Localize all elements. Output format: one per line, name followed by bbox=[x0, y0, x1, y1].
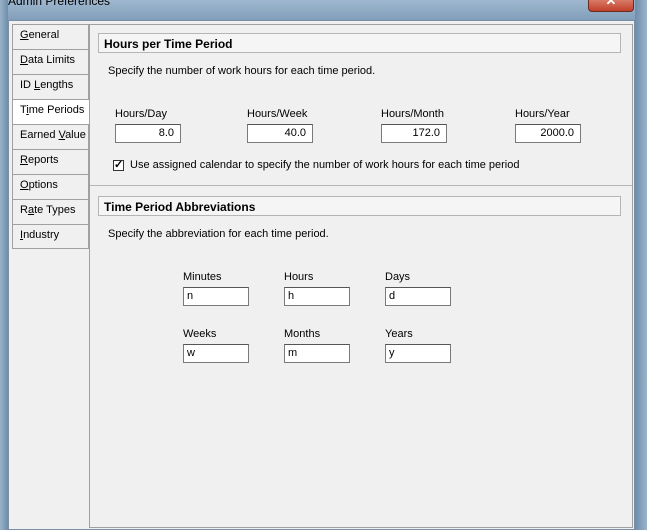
hours-section-title: Hours per Time Period bbox=[98, 33, 621, 53]
months-input[interactable]: m bbox=[284, 344, 350, 363]
hours-month-label: Hours/Month bbox=[381, 108, 444, 120]
sidebar-item-earned-value[interactable]: Earned Value bbox=[12, 124, 89, 149]
hours-day-label: Hours/Day bbox=[115, 108, 167, 120]
hours-month-input[interactable]: 172.0 bbox=[381, 124, 447, 143]
section-divider bbox=[90, 185, 632, 186]
window-title: Admin Preferences bbox=[8, 0, 111, 8]
check-icon: ✓ bbox=[114, 159, 124, 171]
window-right-frame bbox=[635, 0, 647, 530]
close-icon: ✕ bbox=[605, 0, 617, 8]
sidebar-item-rate-types[interactable]: Rate Types bbox=[12, 199, 89, 224]
sidebar-item-data-limits[interactable]: Data Limits bbox=[12, 49, 89, 74]
hours-year-input[interactable]: 2000.0 bbox=[515, 124, 581, 143]
sidebar-item-reports[interactable]: Reports bbox=[12, 149, 89, 174]
months-label: Months bbox=[284, 328, 321, 340]
days-input[interactable]: d bbox=[385, 287, 451, 306]
close-button[interactable]: ✕ bbox=[588, 0, 634, 12]
hours-abbrev-label: Hours bbox=[284, 271, 314, 283]
hours-abbrev-input[interactable]: h bbox=[284, 287, 350, 306]
weeks-label: Weeks bbox=[183, 328, 217, 340]
sidebar-item-time-periods[interactable]: Time Periods bbox=[12, 99, 90, 124]
minutes-label: Minutes bbox=[183, 271, 222, 283]
abbrev-description: Specify the abbreviation for each time p… bbox=[108, 228, 329, 240]
sidebar-item-industry[interactable]: Industry bbox=[12, 224, 89, 249]
sidebar-item-options[interactable]: Options bbox=[12, 174, 89, 199]
window-left-frame bbox=[0, 0, 8, 530]
use-calendar-checkbox[interactable]: ✓ bbox=[113, 160, 124, 171]
preferences-sidebar: General Data Limits ID Lengths Time Peri… bbox=[12, 24, 90, 249]
hours-year-label: Hours/Year bbox=[515, 108, 570, 120]
time-periods-panel: Hours per Time Period Specify the number… bbox=[89, 24, 633, 528]
hours-week-input[interactable]: 40.0 bbox=[247, 124, 313, 143]
sidebar-item-id-lengths[interactable]: ID Lengths bbox=[12, 74, 89, 99]
minutes-input[interactable]: n bbox=[183, 287, 249, 306]
hours-day-input[interactable]: 8.0 bbox=[115, 124, 181, 143]
abbrev-section-title: Time Period Abbreviations bbox=[98, 196, 621, 216]
hours-description: Specify the number of work hours for eac… bbox=[108, 65, 376, 77]
days-label: Days bbox=[385, 271, 411, 283]
hours-week-label: Hours/Week bbox=[247, 108, 308, 120]
sidebar-item-general[interactable]: General bbox=[12, 24, 89, 49]
use-calendar-label[interactable]: Use assigned calendar to specify the num… bbox=[130, 159, 519, 171]
years-input[interactable]: y bbox=[385, 344, 451, 363]
weeks-input[interactable]: w bbox=[183, 344, 249, 363]
years-label: Years bbox=[385, 328, 413, 340]
